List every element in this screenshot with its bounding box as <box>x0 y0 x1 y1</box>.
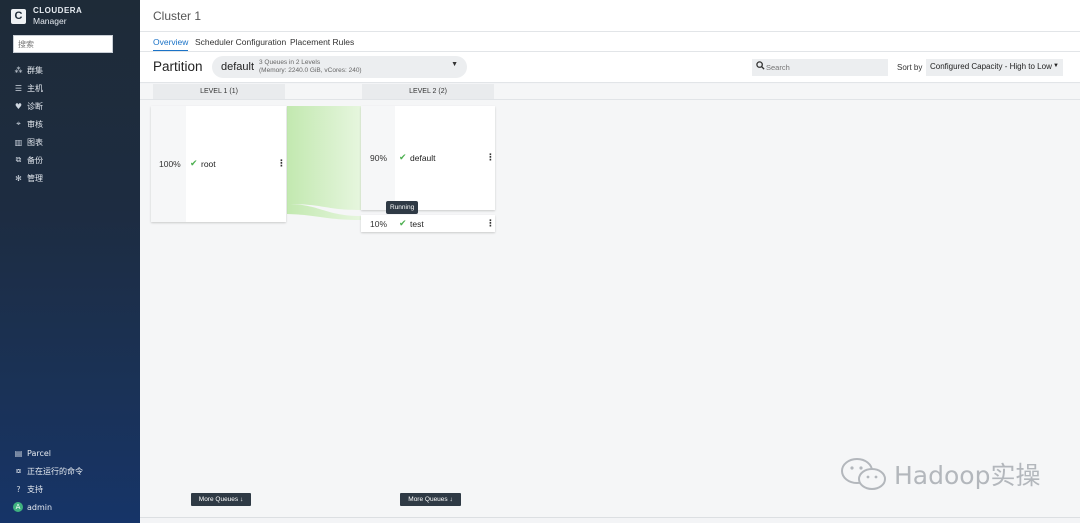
sidebar-item-label: 备份 <box>27 155 43 165</box>
partition-info-resources: (Memory: 2240.0 GiB, vCores: 240) <box>259 67 362 74</box>
sort-select[interactable]: Configured Capacity - High to Low ▼ <box>926 59 1063 76</box>
caret-down-icon: ▼ <box>451 61 458 68</box>
main-content: Cluster 1 Overview Scheduler Configurati… <box>140 0 1080 523</box>
sidebar-item-label: 支持 <box>27 484 43 494</box>
page-title: Cluster 1 <box>153 9 202 23</box>
sidebar-item-parcel[interactable]: ▤ Parcel <box>13 444 133 462</box>
partition-info: 3 Queues in 2 Levels (Memory: 2240.0 GiB… <box>259 59 362 75</box>
queue-search-input[interactable] <box>752 59 888 76</box>
watermark-text: Hadoop实操 <box>894 461 1041 490</box>
sidebar: C CLOUDERA Manager 搜索 ⁂ 群集 ☰ 主机 ♥ 诊断 ⌖ 审… <box>0 0 140 523</box>
parcel-icon: ▤ <box>14 448 23 458</box>
cluster-icon: ⁂ <box>14 65 23 75</box>
wechat-icon <box>841 458 886 490</box>
queue-percent: 10% <box>370 219 388 229</box>
sidebar-item-admin[interactable]: ✻ 管理 <box>13 169 133 187</box>
partition-info-queues: 3 Queues in 2 Levels <box>259 59 321 66</box>
sidebar-item-support[interactable]: ? 支持 <box>13 480 133 498</box>
avatar-icon: A <box>13 502 23 512</box>
help-icon: ? <box>16 484 21 494</box>
level-2-header: LEVEL 2 (2) <box>362 84 494 99</box>
brand[interactable]: C CLOUDERA Manager <box>11 6 82 26</box>
kebab-menu-icon[interactable]: ⋮ <box>277 158 286 169</box>
watermark: Hadoop实操 <box>840 456 1040 492</box>
tab-scheduler-configuration[interactable]: Scheduler Configuration <box>195 37 286 47</box>
more-queues-button-level-2[interactable]: More Queues ↓ <box>400 493 461 506</box>
diagnostics-icon: ♥ <box>14 101 23 111</box>
tab-bar: Overview Scheduler Configuration Placeme… <box>140 32 1080 52</box>
sidebar-item-audit[interactable]: ⌖ 审核 <box>13 115 133 133</box>
queue-card-root[interactable]: 100% ✔ root ⋮ <box>151 106 286 222</box>
caret-down-icon: ▼ <box>1053 63 1059 69</box>
brand-bottom: Manager <box>33 16 67 26</box>
kebab-menu-icon[interactable]: ⋮ <box>486 152 495 163</box>
page-header: Cluster 1 <box>140 0 1080 32</box>
check-icon: ✔ <box>399 152 407 162</box>
queue-name: default <box>410 153 436 163</box>
sidebar-item-user[interactable]: A admin <box>13 498 133 516</box>
sort-by-label: Sort by <box>897 63 923 72</box>
charts-icon: ▥ <box>14 137 23 147</box>
hosts-icon: ☰ <box>14 83 23 93</box>
queue-card-test[interactable]: 10% ✔ test ⋮ <box>361 215 495 232</box>
flow-root-default <box>287 106 361 210</box>
brand-top: CLOUDERA <box>33 6 83 15</box>
sidebar-item-label: 管理 <box>27 173 43 183</box>
tab-placement-rules[interactable]: Placement Rules <box>290 37 354 47</box>
queue-percent: 90% <box>370 153 388 163</box>
sidebar-item-label: admin <box>27 502 53 512</box>
sidebar-item-backup[interactable]: ⧉ 备份 <box>13 151 133 169</box>
sidebar-search-input[interactable]: 搜索 <box>13 35 113 53</box>
gear-icon: ✻ <box>15 173 22 183</box>
partition-select[interactable]: default 3 Queues in 2 Levels (Memory: 22… <box>212 56 467 78</box>
sidebar-item-label: 审核 <box>27 119 43 129</box>
sidebar-nav: ⁂ 群集 ☰ 主机 ♥ 诊断 ⌖ 审核 ▥ 图表 ⧉ 备份 ✻ 管理 <box>13 61 133 187</box>
sidebar-item-label: Parcel <box>27 448 52 458</box>
sidebar-item-label: 群集 <box>27 65 43 75</box>
sidebar-item-running-commands[interactable]: ⧇ 正在运行的命令 <box>13 462 133 480</box>
sidebar-item-charts[interactable]: ▥ 图表 <box>13 133 133 151</box>
cloudera-logo-icon: C <box>11 8 26 24</box>
queue-name: root <box>201 159 216 169</box>
partition-toolbar: Partition default 3 Queues in 2 Levels (… <box>140 52 1080 83</box>
sidebar-item-clusters[interactable]: ⁂ 群集 <box>13 61 133 79</box>
partition-name: default <box>221 61 255 73</box>
sidebar-item-diagnostics[interactable]: ♥ 诊断 <box>13 97 133 115</box>
sort-value: Configured Capacity - High to Low <box>930 62 1052 71</box>
sidebar-item-label: 诊断 <box>27 101 43 111</box>
sidebar-item-label: 图表 <box>27 137 43 147</box>
queue-name: test <box>410 219 424 229</box>
audit-icon: ⌖ <box>16 119 21 128</box>
tab-overview[interactable]: Overview <box>153 37 189 51</box>
sidebar-item-label: 正在运行的命令 <box>27 466 83 476</box>
sidebar-item-hosts[interactable]: ☰ 主机 <box>13 79 133 97</box>
search-icon <box>756 61 765 70</box>
queue-canvas: LEVEL 1 (1) LEVEL 2 (2) 100% ✔ root ⋮ 90… <box>140 84 1080 518</box>
partition-label: Partition <box>153 59 203 74</box>
backup-icon: ⧉ <box>15 155 22 164</box>
status-tooltip: Running <box>386 201 419 214</box>
sidebar-item-label: 主机 <box>27 83 43 93</box>
queue-percent: 100% <box>159 159 181 169</box>
sidebar-bottom-nav: ▤ Parcel ⧇ 正在运行的命令 ? 支持 A admin <box>13 444 133 516</box>
queue-card-default[interactable]: 90% ✔ default ⋮ <box>361 106 495 210</box>
commands-icon: ⧇ <box>15 466 22 475</box>
level-1-header: LEVEL 1 (1) <box>153 84 285 99</box>
level-header-divider <box>140 99 1080 100</box>
check-icon: ✔ <box>399 218 407 228</box>
kebab-menu-icon[interactable]: ⋮ <box>486 218 495 229</box>
more-queues-button-level-1[interactable]: More Queues ↓ <box>191 493 251 506</box>
check-icon: ✔ <box>190 158 198 168</box>
